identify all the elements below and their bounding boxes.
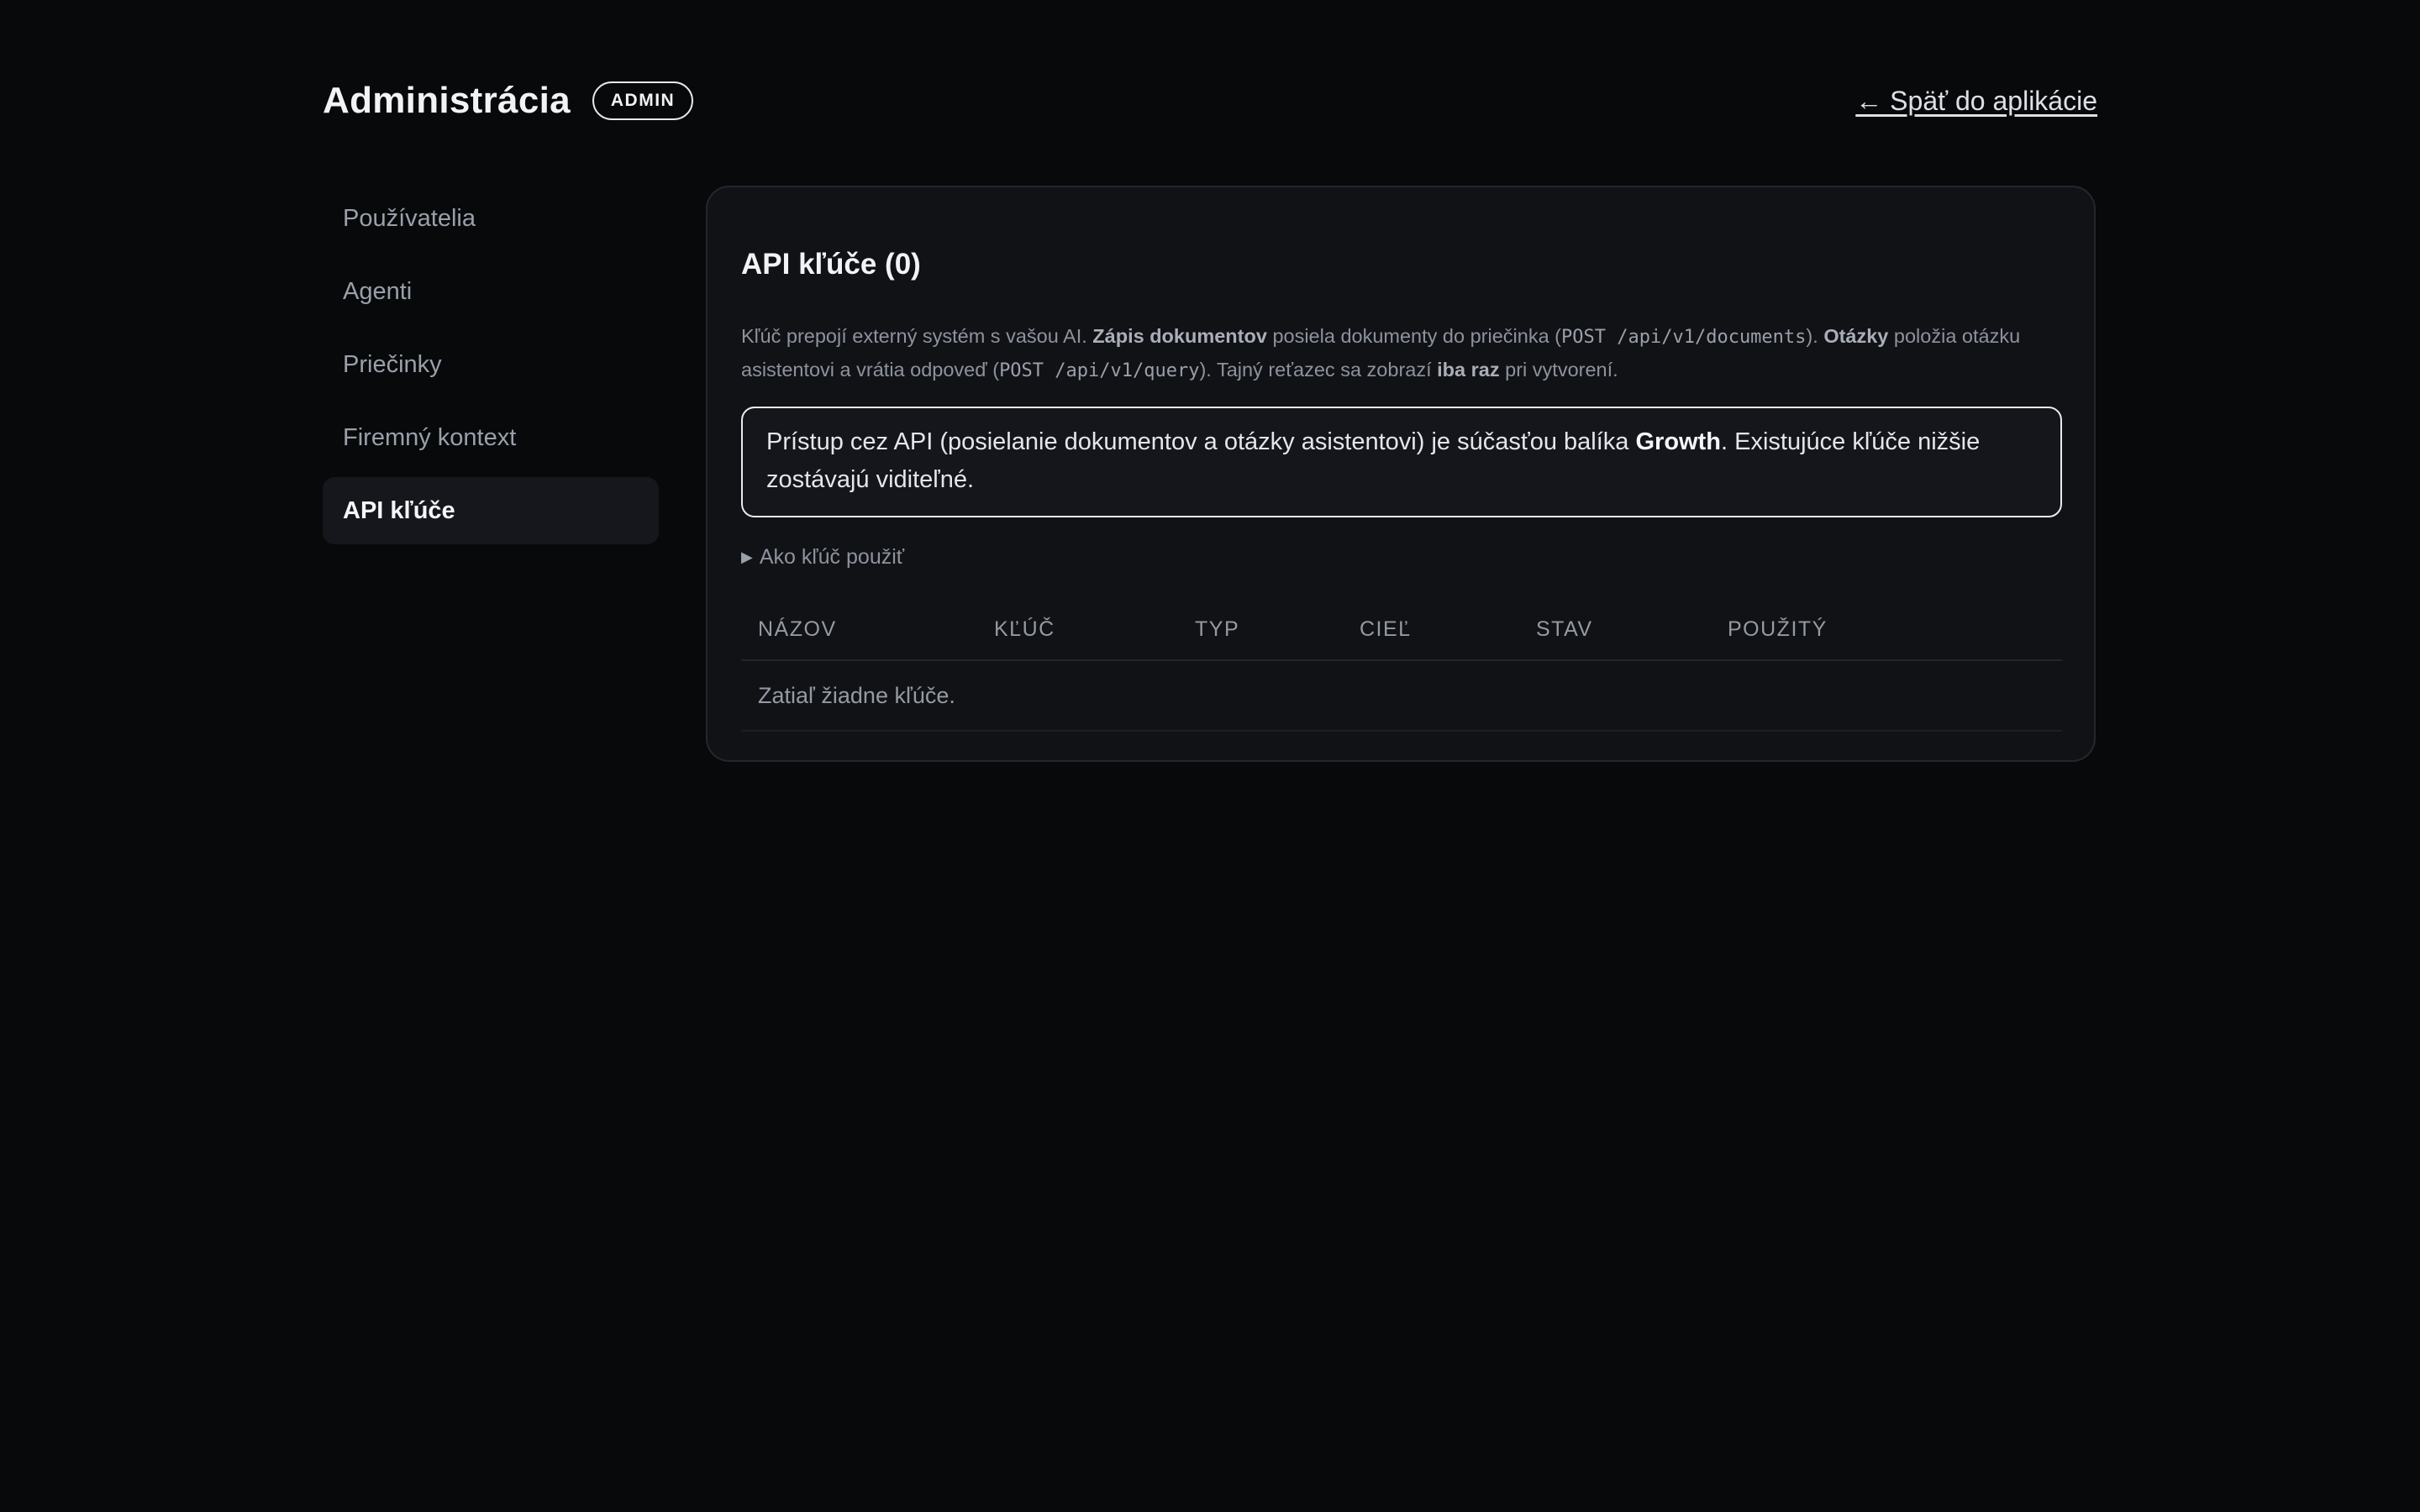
table-header: NÁZOV KĽÚČ TYP CIEĽ STAV POUŽITÝ: [741, 599, 2062, 661]
plan-notice: Prístup cez API (posielanie dokumentov a…: [741, 407, 2062, 517]
column-header-status: STAV: [1536, 617, 1593, 641]
desc-text: ). Tajný reťazec sa zobrazí: [1199, 359, 1438, 381]
desc-code-documents-endpoint: POST /api/v1/documents: [1561, 327, 1807, 348]
triangle-right-icon: ▶: [741, 549, 753, 565]
table-empty-row: Zatiaľ žiadne kľúče.: [741, 661, 2062, 732]
column-header-target: CIEĽ: [1360, 617, 1412, 641]
how-to-use-disclosure[interactable]: ▶ Ako kľúč použiť: [741, 545, 904, 570]
column-header-type: TYP: [1195, 617, 1240, 641]
notice-text: Prístup cez API (posielanie dokumentov a…: [766, 428, 1636, 455]
notice-plan-name: Growth: [1635, 428, 1721, 455]
sidebar-item-label: Firemný kontext: [343, 423, 517, 451]
admin-badge: ADMIN: [592, 81, 694, 120]
column-header-used: POUŽITÝ: [1728, 617, 1828, 641]
panel-title: API kľúče (0): [741, 248, 921, 281]
desc-bold-only-once: iba raz: [1437, 359, 1500, 381]
brand: Administrácia ADMIN: [323, 80, 694, 122]
desc-bold-document-write: Zápis dokumentov: [1092, 325, 1267, 347]
sidebar-item-label: API kľúče: [343, 496, 455, 524]
sidebar-item-users[interactable]: Používatelia: [323, 185, 659, 252]
back-to-app-link[interactable]: ← Späť do aplikácie: [1855, 86, 2097, 117]
api-keys-description: Kľúč prepojí externý systém s vašou AI. …: [741, 320, 2065, 387]
api-keys-table: NÁZOV KĽÚČ TYP CIEĽ STAV POUŽITÝ Zatiaľ …: [741, 599, 2062, 732]
sidebar-item-label: Používatelia: [343, 204, 476, 232]
desc-code-query-endpoint: POST /api/v1/query: [999, 360, 1200, 381]
desc-bold-questions: Otázky: [1823, 325, 1889, 347]
sidebar-item-label: Priečinky: [343, 350, 442, 378]
api-keys-panel: API kľúče (0) Kľúč prepojí externý systé…: [706, 186, 2096, 762]
page-title: Administrácia: [323, 80, 571, 121]
sidebar-item-folders[interactable]: Priečinky: [323, 331, 659, 398]
sidebar: Používatelia Agenti Priečinky Firemný ko…: [323, 185, 659, 550]
empty-state-text: Zatiaľ žiadne kľúče.: [758, 682, 955, 708]
sidebar-item-agents[interactable]: Agenti: [323, 258, 659, 325]
column-header-key: KĽÚČ: [994, 617, 1055, 641]
page-header: Administrácia ADMIN ← Späť do aplikácie: [323, 80, 2097, 122]
desc-text: pri vytvorení.: [1499, 359, 1618, 381]
column-header-name: NÁZOV: [758, 617, 837, 641]
desc-text: ).: [1806, 325, 1824, 347]
sidebar-item-api-keys[interactable]: API kľúče: [323, 477, 659, 544]
sidebar-item-company-context[interactable]: Firemný kontext: [323, 404, 659, 471]
desc-text: posiela dokumenty do priečinka (: [1266, 325, 1562, 347]
sidebar-item-label: Agenti: [343, 277, 413, 305]
how-to-use-label: Ako kľúč použiť: [759, 545, 905, 569]
desc-text: Kľúč prepojí externý systém s vašou AI.: [741, 325, 1093, 347]
